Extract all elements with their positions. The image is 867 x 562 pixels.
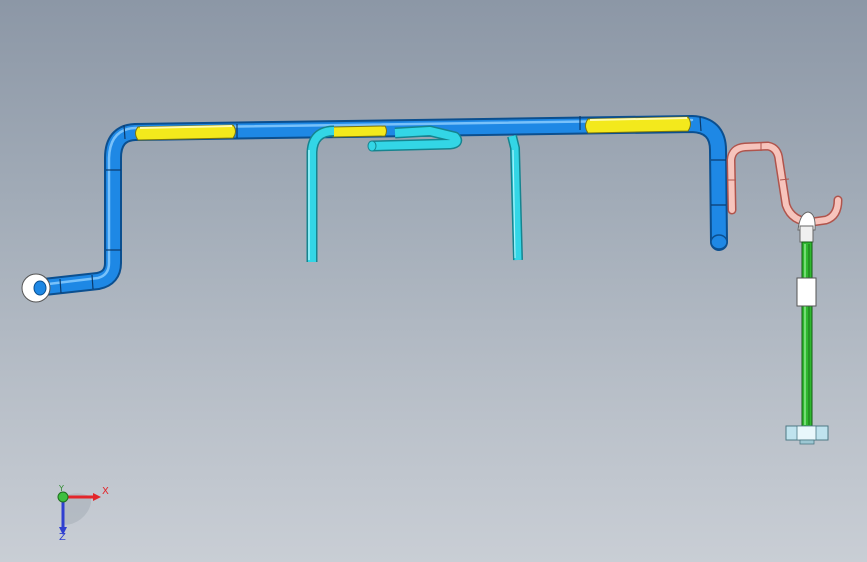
coordinate-triad	[57, 491, 101, 535]
pipe-assembly-model[interactable]	[0, 0, 867, 562]
triad-z-label: Z	[59, 532, 66, 543]
triad-y-label: Y	[59, 484, 64, 493]
return-pipe-loop[interactable]	[726, 141, 843, 227]
branch-pipes[interactable]	[306, 125, 523, 262]
inlet-flange[interactable]	[21, 273, 51, 303]
3d-viewport[interactable]: X Y Z	[0, 0, 867, 562]
valve-stem[interactable]	[785, 211, 829, 445]
triad-x-label: X	[102, 486, 109, 497]
